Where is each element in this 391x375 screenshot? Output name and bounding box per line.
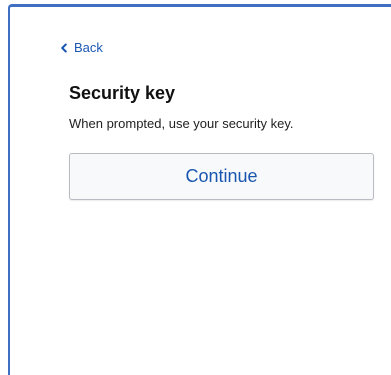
continue-button[interactable]: Continue xyxy=(69,153,374,200)
dialog-panel: Back Security key When prompted, use you… xyxy=(8,4,391,375)
page-title: Security key xyxy=(69,83,176,103)
back-link-label: Back xyxy=(74,40,103,55)
back-link[interactable]: Back xyxy=(59,40,103,55)
instruction-text: When prompted, use your security key. xyxy=(69,116,294,131)
chevron-left-icon xyxy=(61,43,67,52)
